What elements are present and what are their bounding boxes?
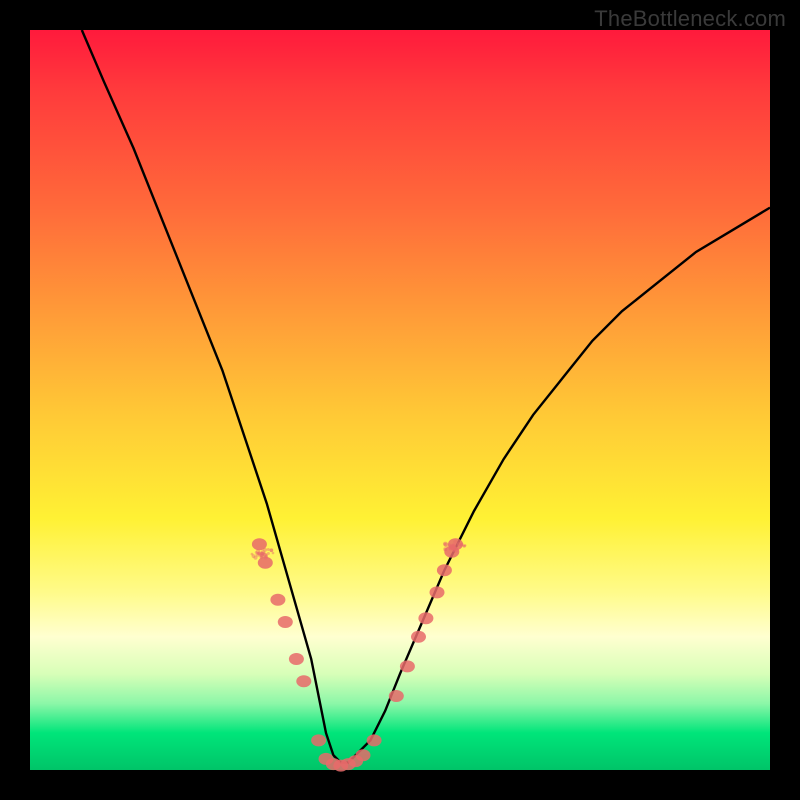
marker-dot (252, 538, 267, 550)
marker-dot (430, 586, 445, 598)
marker-dot (367, 734, 382, 746)
outer-frame: TheBottleneck.com (0, 0, 800, 800)
marker-dot (389, 690, 404, 702)
marker-dot (311, 734, 326, 746)
chart-svg (30, 30, 770, 770)
marker-dot (270, 594, 285, 606)
watermark-text: TheBottleneck.com (594, 6, 786, 32)
bottleneck-curve (82, 30, 770, 763)
marker-dot (400, 660, 415, 672)
marker-dot (356, 749, 371, 761)
fuzz-dot (260, 552, 263, 555)
fuzz-dot (267, 552, 270, 555)
marker-dot (448, 538, 463, 550)
fuzz-dot (267, 548, 270, 551)
plot-area (30, 30, 770, 770)
fuzz-dot (443, 543, 446, 546)
marker-dot (411, 631, 426, 643)
marker-dot (258, 557, 273, 569)
marker-dot (418, 612, 433, 624)
markers-layer (252, 538, 463, 771)
fuzz-dot (272, 552, 275, 555)
marker-dot (278, 616, 293, 628)
marker-dot (296, 675, 311, 687)
fuzz-dot (463, 545, 466, 548)
fuzz-dot (270, 549, 274, 553)
marker-dot (437, 564, 452, 576)
fuzz-dot (252, 554, 256, 558)
marker-dot (289, 653, 304, 665)
curve-layer (82, 30, 770, 763)
